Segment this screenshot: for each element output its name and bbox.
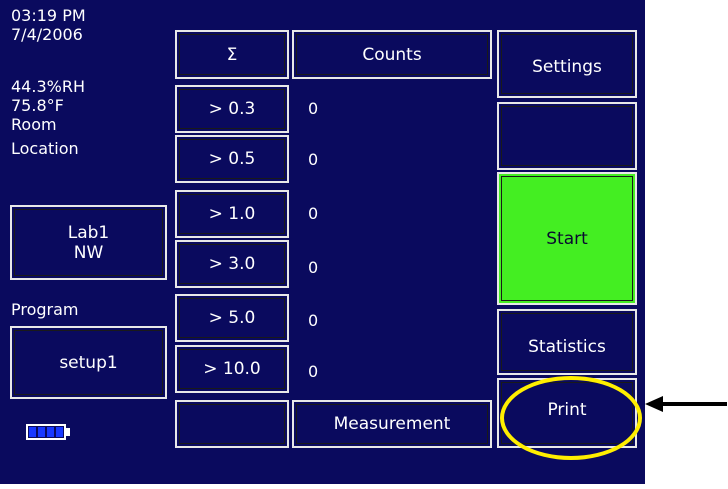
battery-cell bbox=[29, 427, 36, 437]
channel-label: > 0.3 bbox=[208, 99, 256, 119]
measurement-label: Measurement bbox=[333, 414, 451, 434]
channel-label: > 0.5 bbox=[208, 149, 256, 169]
channel-label: > 3.0 bbox=[208, 254, 256, 274]
blank-grid-button[interactable] bbox=[175, 400, 289, 448]
settings-label: Settings bbox=[532, 57, 602, 77]
battery-cell bbox=[56, 427, 63, 437]
battery-cell bbox=[38, 427, 45, 437]
channel-label: > 10.0 bbox=[203, 359, 261, 379]
channel-button[interactable]: > 5.0 bbox=[175, 294, 289, 342]
channel-count: 0 bbox=[308, 150, 319, 169]
channel-count: 0 bbox=[308, 204, 319, 223]
highlight-circle bbox=[500, 376, 642, 460]
location-button[interactable]: Lab1 NW bbox=[10, 205, 167, 280]
location-label: Location bbox=[11, 139, 79, 158]
location-line1: Lab1 bbox=[67, 222, 110, 243]
temperature-display: 75.8°F bbox=[11, 96, 64, 115]
program-button[interactable]: setup1 bbox=[10, 326, 167, 399]
blank-button[interactable] bbox=[497, 102, 637, 170]
time-display: 03:19 PM bbox=[11, 6, 86, 25]
channel-button[interactable]: > 1.0 bbox=[175, 190, 289, 238]
channel-button[interactable]: > 0.5 bbox=[175, 135, 289, 183]
start-button[interactable]: Start bbox=[497, 172, 637, 305]
statistics-label: Statistics bbox=[528, 337, 606, 357]
sum-button[interactable]: Σ bbox=[175, 30, 289, 79]
channel-count: 0 bbox=[308, 311, 319, 330]
settings-button[interactable]: Settings bbox=[497, 30, 637, 98]
room-label: Room bbox=[11, 115, 57, 134]
location-line2: NW bbox=[73, 242, 104, 263]
channel-count: 0 bbox=[308, 362, 319, 381]
arrow-icon bbox=[661, 402, 727, 406]
battery-icon bbox=[26, 424, 66, 440]
battery-tip bbox=[66, 428, 70, 436]
channel-label: > 5.0 bbox=[208, 308, 256, 328]
channel-button[interactable]: > 3.0 bbox=[175, 240, 289, 288]
humidity-display: 44.3%RH bbox=[11, 77, 85, 96]
program-value: setup1 bbox=[59, 352, 118, 373]
channel-count: 0 bbox=[308, 258, 319, 277]
channel-button[interactable]: > 0.3 bbox=[175, 85, 289, 133]
channel-button[interactable]: > 10.0 bbox=[175, 345, 289, 393]
sum-label: Σ bbox=[226, 44, 238, 65]
counts-header-label: Counts bbox=[362, 44, 422, 65]
statistics-button[interactable]: Statistics bbox=[497, 309, 637, 375]
counts-header[interactable]: Counts bbox=[292, 30, 492, 79]
program-label: Program bbox=[11, 300, 79, 319]
channel-count: 0 bbox=[308, 99, 319, 118]
start-label: Start bbox=[546, 228, 588, 249]
channel-label: > 1.0 bbox=[208, 204, 256, 224]
date-display: 7/4/2006 bbox=[11, 25, 83, 44]
measurement-button[interactable]: Measurement bbox=[292, 400, 492, 448]
battery-cell bbox=[47, 427, 54, 437]
